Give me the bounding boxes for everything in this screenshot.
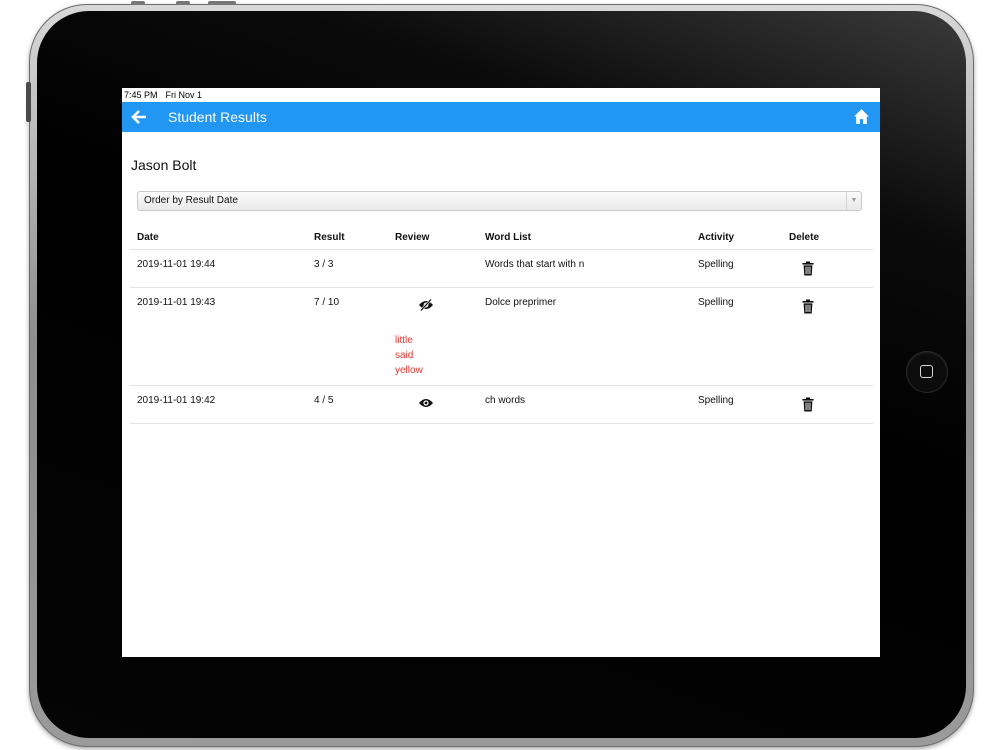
row-date: 2019-11-01 19:44: [130, 249, 307, 288]
order-by-selected-value: Order by Result Date: [144, 195, 238, 206]
home-button-square-icon: [920, 365, 933, 378]
trash-icon[interactable]: [802, 261, 814, 276]
row-result: 3 / 3: [307, 249, 388, 288]
row-result: 7 / 10: [307, 287, 388, 386]
missed-word: little: [395, 335, 413, 346]
arrow-left-icon[interactable]: [131, 109, 147, 125]
row-delete: [782, 249, 873, 288]
row-activity: Spelling: [691, 249, 782, 288]
status-date: Fri Nov 1: [165, 90, 203, 100]
results-table: Date Result Review Word List Activity De…: [130, 226, 873, 424]
row-date: 2019-11-01 19:42: [130, 385, 307, 424]
header-word-list: Word List: [478, 226, 691, 250]
ipad-top-button: [131, 1, 145, 5]
ipad-side-button: [26, 82, 31, 122]
chevron-down-icon: ▼: [846, 192, 861, 210]
table-row: 2019-11-01 19:42 4 / 5 ch words Spelling: [130, 385, 873, 424]
header-activity: Activity: [691, 226, 782, 250]
student-name: Jason Bolt: [131, 157, 197, 173]
page-title: Student Results: [168, 109, 267, 125]
ipad-home-button[interactable]: [906, 351, 948, 393]
ipad-top-button: [208, 1, 236, 5]
app-screen: 7:45 PM Fri Nov 1 Student Results Jason B…: [122, 88, 880, 657]
order-by-select[interactable]: Order by Result Date ▼: [137, 191, 862, 211]
home-icon[interactable]: [853, 108, 870, 125]
header-delete: Delete: [782, 226, 873, 250]
row-word-list: Dolce preprimer: [478, 287, 691, 386]
ipad-top-button: [176, 1, 190, 5]
table-header-row: Date Result Review Word List Activity De…: [130, 226, 873, 250]
status-time: 7:45 PM: [124, 90, 158, 100]
row-review: [388, 249, 478, 288]
row-date: 2019-11-01 19:43: [130, 287, 307, 386]
eye-icon[interactable]: [418, 397, 434, 409]
row-word-list: Words that start with n: [478, 249, 691, 288]
row-activity: Spelling: [691, 287, 782, 386]
missed-word: yellow: [395, 365, 423, 376]
row-delete: [782, 385, 873, 424]
row-word-list: ch words: [478, 385, 691, 424]
row-activity: Spelling: [691, 385, 782, 424]
row-review: little said yellow: [388, 287, 478, 386]
missed-word: said: [395, 350, 414, 361]
status-bar: 7:45 PM Fri Nov 1: [122, 88, 880, 102]
row-result: 4 / 5: [307, 385, 388, 424]
eye-slash-icon[interactable]: [418, 299, 434, 311]
missed-words-list: little said yellow: [395, 333, 478, 378]
header-date: Date: [130, 226, 307, 250]
header-review: Review: [388, 226, 478, 250]
nav-bar: Student Results: [122, 102, 880, 132]
row-review: [388, 385, 478, 424]
trash-icon[interactable]: [802, 397, 814, 412]
header-result: Result: [307, 226, 388, 250]
table-row: 2019-11-01 19:43 7 / 10 little said yell…: [130, 287, 873, 386]
row-delete: [782, 287, 873, 386]
trash-icon[interactable]: [802, 299, 814, 314]
table-row: 2019-11-01 19:44 3 / 3 Words that start …: [130, 249, 873, 288]
